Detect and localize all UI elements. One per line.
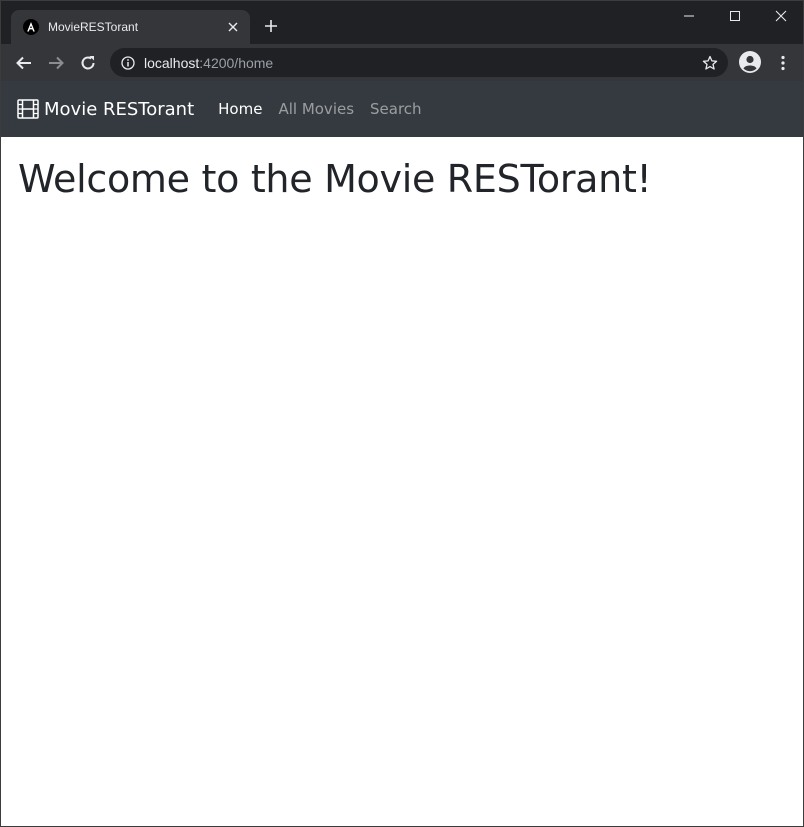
nav-links: Home All Movies Search: [210, 92, 429, 126]
close-tab-icon[interactable]: [225, 19, 241, 35]
plus-icon[interactable]: [262, 17, 280, 35]
star-icon[interactable]: [701, 54, 719, 72]
site-navbar: Movie RESTorant Home All Movies Search: [1, 81, 803, 137]
menu-dots-icon[interactable]: [772, 52, 794, 74]
browser-toolbar: localhost:4200/home: [1, 44, 803, 81]
url-host: localhost: [144, 54, 200, 71]
back-arrow-icon[interactable]: [13, 52, 35, 74]
url-text: localhost:4200/home: [144, 55, 273, 71]
url-path: :4200/home: [199, 54, 274, 71]
reload-icon[interactable]: [77, 52, 99, 74]
page-title: Welcome to the Movie RESTorant!: [18, 157, 652, 201]
nav-link-all-movies[interactable]: All Movies: [270, 92, 362, 126]
address-bar[interactable]: localhost:4200/home: [110, 48, 728, 77]
close-window-icon[interactable]: [758, 1, 804, 31]
brand-name: Movie RESTorant: [44, 98, 195, 120]
angular-icon: [23, 19, 39, 35]
minimize-icon[interactable]: [666, 1, 712, 31]
film-icon: [17, 99, 39, 119]
nav-link-search[interactable]: Search: [362, 92, 430, 126]
maximize-icon[interactable]: [712, 1, 758, 31]
brand-link[interactable]: Movie RESTorant: [17, 99, 194, 120]
page-viewport: Movie RESTorant Home All Movies Search W…: [1, 81, 803, 826]
forward-arrow-icon[interactable]: [45, 52, 67, 74]
nav-link-home[interactable]: Home: [210, 92, 270, 126]
browser-tab[interactable]: MovieRESTorant: [11, 10, 250, 44]
tab-title: MovieRESTorant: [48, 20, 139, 34]
tab-strip: MovieRESTorant: [1, 1, 803, 44]
profile-avatar-icon[interactable]: [738, 50, 762, 74]
info-icon[interactable]: [120, 55, 136, 71]
browser-window: MovieRESTorant localhost:4200/home Movie…: [0, 0, 804, 827]
